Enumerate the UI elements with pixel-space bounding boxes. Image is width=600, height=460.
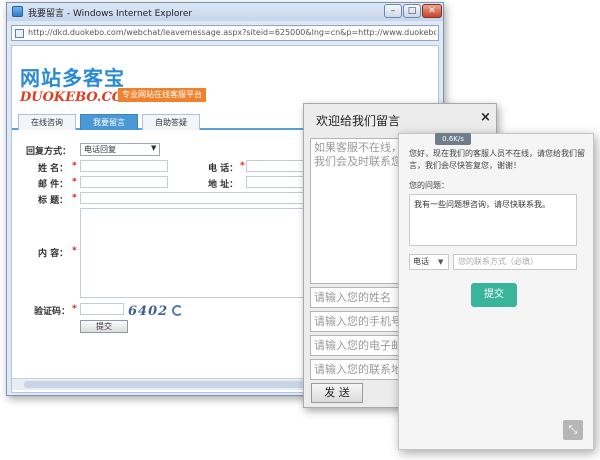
content-label: 内 容： (38, 249, 69, 259)
message-widget: 0.6K/s 您好，现在我们的客服人员不在线，请您给我们留言，我们会尽快答复您，… (398, 133, 594, 450)
question-textarea[interactable]: 我有一些问题想咨询，请尽快联系我。 (409, 194, 577, 246)
mobile-field[interactable]: 请输入您的手机号 (310, 311, 405, 332)
captcha-input[interactable] (80, 303, 124, 315)
logo-chinese: 网站多客宝 (20, 66, 125, 90)
name-input[interactable] (80, 160, 168, 172)
speed-badge: 0.6K/s (435, 133, 471, 145)
widget-intro: 您好，现在我们的客服人员不在线，请您给我们留言，我们会尽快答复您，谢谢！ (409, 149, 585, 170)
required-mark: * (72, 246, 77, 256)
subject-input[interactable] (80, 192, 310, 204)
reply-method-label: 回复方式： (26, 147, 72, 157)
address-label: 地 址： (208, 180, 239, 190)
chevron-down-icon: ▼ (151, 144, 157, 152)
required-mark: * (72, 177, 77, 187)
contact-type-value: 电话 (413, 257, 429, 266)
name-label: 姓 名： (38, 164, 69, 174)
required-mark: * (72, 193, 77, 203)
chevron-down-icon: ▼ (438, 258, 444, 266)
tab-leave-message[interactable]: 我要留言 (80, 114, 138, 130)
refresh-icon[interactable] (172, 305, 183, 316)
page-icon (15, 29, 24, 38)
message-textarea[interactable]: 如果客服不在线，请您给我们留言，我们会及时联系您 (310, 138, 405, 284)
window-title: 我要留言 - Windows Internet Explorer (28, 9, 193, 19)
email-input[interactable] (80, 176, 168, 188)
tab-online-chat[interactable]: 在线咨询 (18, 114, 76, 130)
captcha-label: 验证码： (34, 307, 71, 317)
widget-submit-button[interactable]: 提交 (471, 283, 517, 307)
contact-address-field[interactable]: 请输入您的联系地址 (310, 359, 405, 380)
maximize-button[interactable]: □ (403, 4, 421, 18)
close-window-button[interactable]: ✕ (422, 4, 442, 18)
collapse-icon[interactable]: ⤡ (563, 420, 583, 440)
captcha-image: 6402 (128, 304, 169, 319)
required-mark: * (72, 161, 77, 171)
phone-input[interactable] (246, 160, 310, 172)
ie-app-icon (12, 6, 23, 17)
question-label: 您的问题： (409, 181, 449, 190)
required-mark: * (240, 161, 245, 171)
phone-label: 电 话： (208, 164, 239, 174)
send-button[interactable]: 发 送 (311, 383, 363, 403)
dialog-title: 欢迎给我们留言 (316, 114, 401, 128)
email-label: 邮 件： (38, 180, 69, 190)
subject-label: 标 题： (38, 196, 69, 206)
submit-button[interactable]: 提交 (80, 320, 128, 333)
tab-self-help[interactable]: 自助答疑 (142, 114, 200, 130)
contact-input[interactable]: 您的联系方式（必填） (453, 254, 577, 270)
minimize-button[interactable]: – (384, 4, 402, 18)
email-field[interactable]: 请输入您的电子邮箱 (310, 335, 405, 356)
address-url[interactable]: http://dkd.duokebo.com/webchat/leavemess… (28, 28, 436, 37)
address-input[interactable] (246, 176, 310, 188)
slogan-banner: 专业网站在线客服平台 (118, 88, 206, 102)
address-bar[interactable]: http://dkd.duokebo.com/webchat/leavemess… (11, 25, 439, 41)
contact-type-select[interactable]: 电话 ▼ (409, 254, 449, 270)
reply-method-select[interactable]: 电话回复 (80, 143, 160, 156)
required-mark: * (72, 304, 77, 314)
content-textarea[interactable] (80, 208, 310, 298)
name-field[interactable]: 请输入您的姓名 (310, 287, 405, 308)
close-icon[interactable]: × (480, 110, 491, 125)
title-bar: 我要留言 - Windows Internet Explorer – □ ✕ (7, 3, 443, 21)
message-placeholder: 如果客服不在线，请您给我们留言，我们会及时联系您 (314, 141, 404, 168)
